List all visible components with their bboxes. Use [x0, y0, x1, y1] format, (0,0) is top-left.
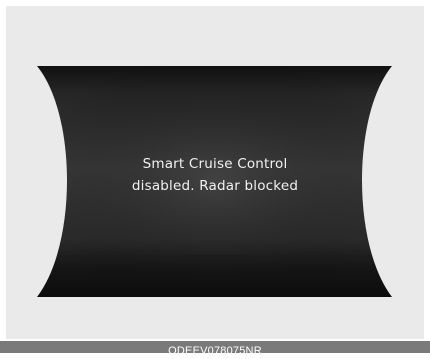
figure-frame: Smart Cruise Control disabled. Radar blo… — [0, 0, 430, 357]
figure-code: ODEEV078075NR — [168, 345, 262, 357]
message-line-2: disabled. Radar blocked — [131, 178, 299, 194]
caption-bar: ODEEV078075NR — [0, 341, 430, 357]
message-line-1: Smart Cruise Control — [142, 156, 288, 172]
warning-message: Smart Cruise Control disabled. Radar blo… — [90, 153, 340, 197]
panel-band — [60, 255, 370, 257]
